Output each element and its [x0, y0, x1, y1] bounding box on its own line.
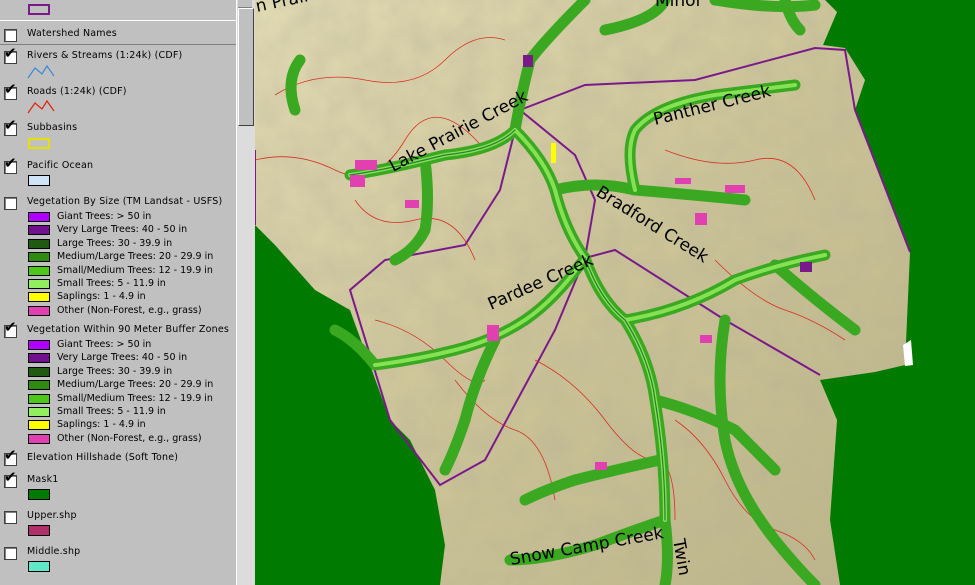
legend-swatch: [28, 238, 50, 249]
middle-swatch: [28, 561, 50, 572]
legend-label: Small/Medium Trees: 12 - 19.9 in: [57, 392, 213, 404]
legend-swatch: [28, 380, 50, 391]
pacific-checkbox[interactable]: ✔: [4, 156, 17, 174]
legend-swatch: [28, 340, 50, 350]
upper-checkbox[interactable]: [4, 511, 17, 524]
legend-label: Saplings: 1 - 4.9 in: [57, 291, 146, 303]
legend-label: Very Large Trees: 40 - 50 in: [57, 224, 188, 236]
legend-label: Giant Trees: > 50 in: [57, 211, 152, 222]
label-minor: Minor: [655, 0, 703, 11]
map-canvas: n Prairie Cre Minor Lake Prairie Creek P…: [255, 0, 975, 585]
legend-label: Medium/Large Trees: 20 - 29.9 in: [57, 379, 214, 391]
rivers-symbol: [27, 64, 55, 79]
mask1-checkbox[interactable]: ✔: [4, 470, 17, 488]
legend-swatch: [28, 292, 50, 303]
hillshade-checkbox[interactable]: ✔: [4, 448, 17, 466]
layer-name: Watershed Names: [27, 28, 117, 39]
subbasins-swatch: [28, 138, 50, 149]
legend-swatch: [28, 407, 50, 417]
table-of-contents: Watershed Names ✔ Rivers & Streams (1:24…: [0, 0, 237, 585]
legend-swatch: [28, 279, 50, 289]
toc-scrollbar[interactable]: [236, 0, 255, 585]
legend-swatch: [28, 393, 50, 404]
legend-label: Small Trees: 5 - 11.9 in: [57, 278, 166, 289]
legend-swatch: [28, 353, 50, 364]
legend-label: Very Large Trees: 40 - 50 in: [57, 352, 188, 364]
layer-name: Middle.shp: [27, 546, 81, 557]
mask1-swatch: [28, 489, 50, 500]
layer-name: Roads (1:24k) (CDF): [27, 86, 127, 97]
middle-checkbox[interactable]: [4, 547, 17, 560]
legend-swatch: [28, 305, 50, 316]
legend-label: Medium/Large Trees: 20 - 29.9 in: [57, 251, 214, 263]
layer-name: Vegetation By Size (TM Landsat - USFS): [27, 196, 223, 207]
map-view[interactable]: n Prairie Cre Minor Lake Prairie Creek P…: [255, 0, 975, 585]
legend-label: Small Trees: 5 - 11.9 in: [57, 406, 166, 417]
pacific-swatch: [28, 175, 50, 186]
veg-buffer-checkbox[interactable]: ✔: [4, 320, 17, 338]
legend-swatch: [28, 252, 50, 263]
subbasins-checkbox[interactable]: ✔: [4, 118, 17, 136]
legend-swatch: [28, 265, 50, 276]
legend-label: Large Trees: 30 - 39.9 in: [57, 365, 173, 377]
legend-label: Large Trees: 30 - 39.9 in: [57, 237, 173, 249]
layer-name: Vegetation Within 90 Meter Buffer Zones: [27, 324, 230, 335]
layer-name: Pacific Ocean: [27, 160, 94, 171]
legend-swatch: [28, 420, 50, 431]
legend-swatch: [28, 366, 50, 377]
roads-checkbox[interactable]: ✔: [4, 82, 17, 100]
legend-swatch: [28, 433, 50, 444]
legend-label: Small/Medium Trees: 12 - 19.9 in: [57, 264, 213, 276]
veg-size-checkbox[interactable]: [4, 197, 17, 210]
legend-label: Giant Trees: > 50 in: [57, 339, 152, 350]
legend-swatch: [28, 212, 50, 222]
top-layer-swatch: [28, 4, 50, 15]
layer-name: Mask1: [27, 474, 59, 485]
layer-name: Subbasins: [27, 122, 78, 133]
roads-symbol: [27, 99, 55, 114]
layer-name: Elevation Hillshade (Soft Tone): [27, 452, 179, 463]
legend-label: Other (Non-Forest, e.g., grass): [57, 304, 202, 316]
layer-name: Upper.shp: [27, 510, 77, 521]
layer-name: Rivers & Streams (1:24k) (CDF): [27, 50, 183, 61]
rivers-checkbox[interactable]: ✔: [4, 46, 17, 64]
upper-swatch: [28, 525, 50, 536]
legend-label: Other (Non-Forest, e.g., grass): [57, 432, 202, 444]
scroll-thumb[interactable]: [238, 8, 254, 126]
watershed-names-checkbox[interactable]: [4, 29, 17, 42]
legend-swatch: [28, 225, 50, 236]
legend-label: Saplings: 1 - 4.9 in: [57, 419, 146, 431]
scroll-up-arrow[interactable]: [238, 0, 252, 8]
